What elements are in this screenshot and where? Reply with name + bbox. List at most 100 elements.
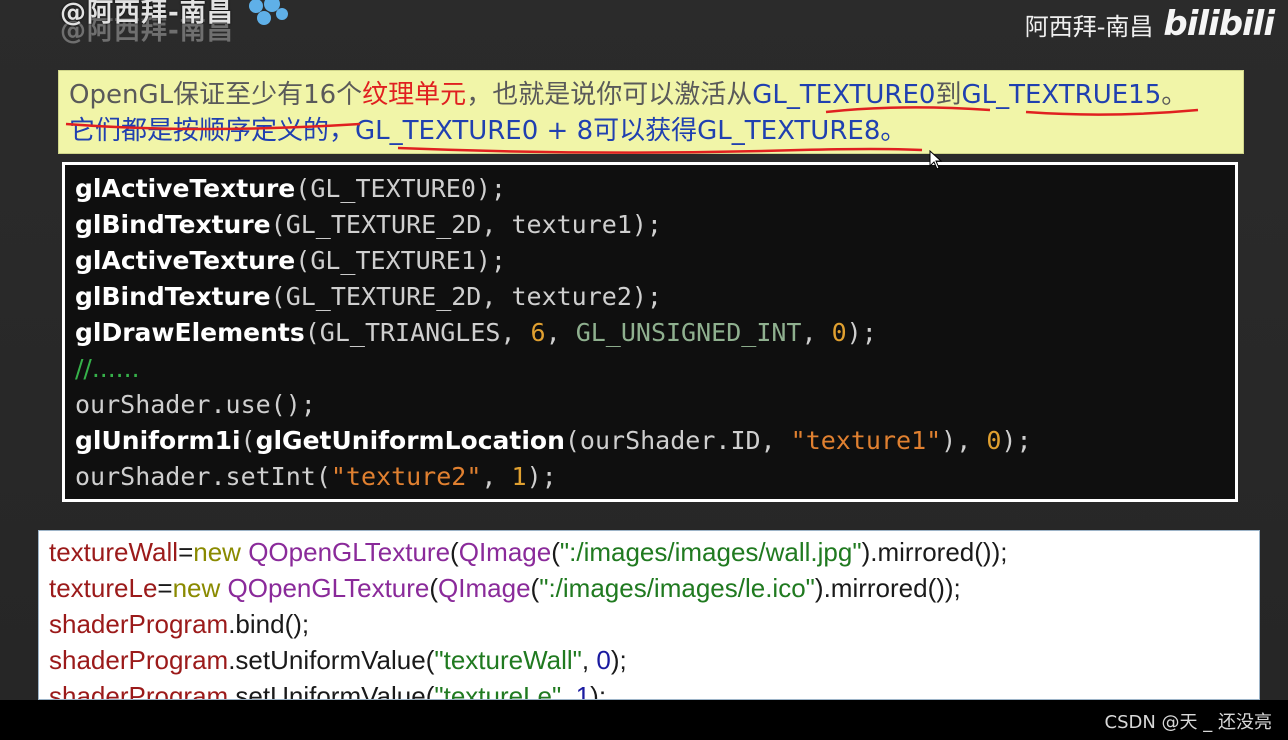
code-number: 1 [511, 462, 527, 491]
code-class: QOpenGLTexture [248, 537, 451, 567]
note-highlight: 纹理单元 [362, 80, 467, 110]
code-args: ( [240, 426, 256, 455]
note-text: 它们都是按顺序定义的， [69, 116, 356, 146]
code-number: 0 [831, 318, 847, 347]
code-string: ":/images/images/wall.jpg" [559, 537, 862, 567]
code-line: shaderProgram.setUniformValue("textureLe… [49, 681, 1249, 700]
code-args: , [481, 462, 512, 491]
code-string: "texture2" [330, 462, 482, 491]
code-function: glActiveTexture [75, 174, 296, 203]
bilibili-logo: bilibili [1163, 4, 1275, 44]
code-punct: .setUniformValue( [228, 681, 435, 700]
bottom-bar [0, 700, 1288, 740]
mouse-cursor-icon [929, 150, 943, 170]
code-line: textureLe=new QOpenGLTexture(QImage(":/i… [49, 573, 1249, 609]
code-punct: ( [450, 537, 459, 567]
code-keyword: new [193, 537, 241, 567]
code-variable: textureWall [49, 537, 179, 567]
code-punct: ( [530, 573, 540, 603]
csdn-credit: CSDN @天 _ 还没亮 [1104, 712, 1272, 733]
code-args: (GL_TEXTURE0); [295, 174, 506, 203]
code-line: //...... [75, 351, 1225, 387]
code-function: glActiveTexture [75, 246, 296, 275]
code-line: textureWall=new QOpenGLTexture(QImage(":… [49, 537, 1249, 573]
watermark-top-left: @阿西拜-南昌 [60, 0, 234, 28]
code-args: ourShader.setInt( [75, 462, 331, 491]
code-string: "textureLe" [434, 681, 562, 700]
watermark-top-right: 阿西拜-南昌 bilibili [1024, 4, 1275, 44]
code-statement: ourShader.use(); [75, 390, 316, 419]
code-args: (GL_TEXTURE_2D, texture1); [270, 210, 662, 239]
note-constant: GL_TEXTURE0 [752, 80, 936, 110]
note-constant: GL_TEXTRUE15 [961, 80, 1162, 110]
code-args: (ourShader.ID, [564, 426, 791, 455]
opengl-code-block: glActiveTexture(GL_TEXTURE0); glBindText… [62, 162, 1238, 502]
qt-code-panel: textureWall=new QOpenGLTexture(QImage(":… [38, 530, 1260, 700]
note-text: ，也就是说你可以激活从 [466, 80, 753, 110]
code-line: shaderProgram.setUniformValue("textureWa… [49, 645, 1249, 681]
code-line: shaderProgram.bind(); [49, 609, 1249, 645]
code-args: ); [846, 318, 877, 347]
code-punct: , [561, 681, 576, 700]
code-type: GL_UNSIGNED_INT [575, 318, 802, 347]
code-keyword: new [172, 573, 221, 603]
code-function: glDrawElements [75, 318, 305, 347]
code-line: glBindTexture(GL_TEXTURE_2D, texture2); [75, 279, 1225, 315]
code-function: glGetUniformLocation [255, 426, 565, 455]
code-line: glDrawElements(GL_TRIANGLES, 6, GL_UNSIG… [75, 315, 1225, 351]
code-punct: .bind(); [228, 609, 310, 639]
code-line: glBindTexture(GL_TEXTURE_2D, texture1); [75, 207, 1225, 243]
code-args: (GL_TEXTURE1); [295, 246, 506, 275]
note-text: 。 [1161, 80, 1188, 110]
code-string: ":/images/images/le.ico" [539, 573, 815, 603]
code-operator: = [157, 573, 173, 603]
code-args: (GL_TRIANGLES, [304, 318, 531, 347]
code-args: ); [526, 462, 557, 491]
code-punct: ).mirrored()); [814, 573, 961, 603]
code-args: (GL_TEXTURE_2D, texture2); [270, 282, 662, 311]
code-variable: textureLe [49, 573, 158, 603]
note-text: 到 [935, 80, 962, 110]
watermark-author: 阿西拜-南昌 [1024, 12, 1154, 41]
note-constant: GL_TEXTURE8 [697, 116, 881, 146]
code-class: QImage [458, 537, 552, 567]
note-text: OpenGL保证至少有16个 [69, 80, 363, 110]
code-punct: ); [590, 681, 607, 700]
code-line: ourShader.setInt("texture2", 1); [75, 459, 1225, 495]
code-number: 1 [575, 681, 591, 700]
code-args: , [545, 318, 576, 347]
code-punct: .setUniformValue( [228, 645, 435, 675]
code-class: QImage [438, 573, 531, 603]
code-number: 0 [596, 645, 611, 675]
code-args: , [801, 318, 832, 347]
code-string: "textureWall" [434, 645, 582, 675]
note-box: OpenGL保证至少有16个纹理单元，也就是说你可以激活从GL_TEXTURE0… [58, 70, 1244, 154]
code-line: glActiveTexture(GL_TEXTURE1); [75, 243, 1225, 279]
note-text: 。 [880, 116, 907, 146]
code-punct: , [581, 645, 597, 675]
code-string: "texture1" [790, 426, 942, 455]
note-line-2: 它们都是按顺序定义的，GL_TEXTURE0 + 8可以获得GL_TEXTURE… [69, 113, 1233, 149]
paw-icon [249, 0, 288, 25]
code-punct: ( [551, 537, 560, 567]
code-args: ), [941, 426, 987, 455]
code-punct: ).mirrored()); [861, 537, 1008, 567]
code-class: QOpenGLTexture [227, 573, 430, 603]
code-line: glActiveTexture(GL_TEXTURE0); [75, 171, 1225, 207]
code-variable: shaderProgram [49, 609, 229, 639]
code-punct: ); [610, 645, 627, 675]
code-function: glUniform1i [75, 426, 241, 455]
code-variable: shaderProgram [49, 645, 229, 675]
code-punct: ( [429, 573, 439, 603]
code-operator: = [178, 537, 194, 567]
note-line-1: OpenGL保证至少有16个纹理单元，也就是说你可以激活从GL_TEXTURE0… [69, 77, 1233, 113]
code-line: glUniform1i(glGetUniformLocation(ourShad… [75, 423, 1225, 459]
code-function: glBindTexture [75, 210, 271, 239]
code-number: 0 [986, 426, 1002, 455]
code-variable: shaderProgram [49, 681, 229, 700]
code-comment: //...... [75, 354, 140, 383]
code-args: ); [1001, 426, 1032, 455]
code-number: 6 [530, 318, 546, 347]
note-text: GL_TEXTURE0 + 8可以获得 [355, 116, 698, 146]
code-line: ourShader.use(); [75, 387, 1225, 423]
